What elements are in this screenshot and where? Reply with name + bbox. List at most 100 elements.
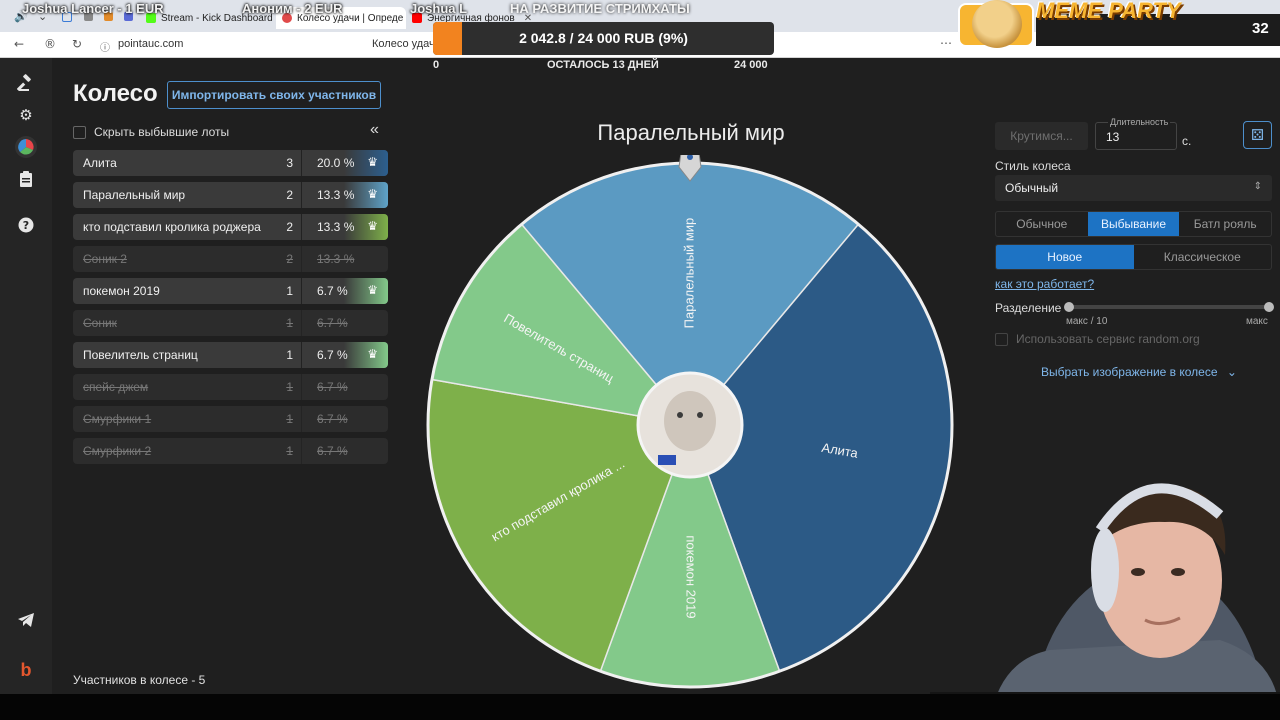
variant-option[interactable]: Новое <box>996 245 1134 269</box>
help-icon[interactable]: ? <box>15 214 37 236</box>
lot-amount: 1 <box>286 412 293 426</box>
split-max-label: макс <box>1246 316 1268 327</box>
app-sidebar: ⚙ ? b <box>0 58 52 694</box>
donation-entry: Joshua Lancer - 1 EUR <box>22 1 164 16</box>
lot-action-icon[interactable]: ♛ <box>367 187 378 201</box>
lot-percent: 13.3 % <box>317 252 355 266</box>
lot-action-icon[interactable]: ♛ <box>367 219 378 233</box>
lot-row[interactable]: спейс джем 1 6.7 % <box>73 374 388 400</box>
mode-option[interactable]: Батл рояль <box>1179 212 1271 236</box>
slider-thumb-max[interactable] <box>1264 302 1274 312</box>
site-info-icon[interactable]: ⓘ <box>100 39 110 54</box>
lot-percent: 13.3 % <box>317 220 355 234</box>
variant-option[interactable]: Классическое <box>1134 245 1272 269</box>
url-field[interactable]: pointauc.com <box>118 38 183 50</box>
lot-divider <box>301 150 302 176</box>
lots-list: Алита 3 20.0 % ♛ Паралельный мир 2 13.3 % ♛ кто … <box>73 150 388 470</box>
lot-percent: 13.3 % <box>317 188 355 202</box>
lot-name: Алита <box>83 156 117 170</box>
lot-row[interactable]: Соник 2 2 13.3 % <box>73 246 388 272</box>
lot-row[interactable]: Паралельный мир 2 13.3 % ♛ <box>73 182 388 208</box>
variant-selector: Новое Классическое <box>995 244 1272 270</box>
lot-percent: 6.7 % <box>317 316 348 330</box>
mode-selector: Обычное Выбывание Батл рояль <box>995 211 1272 237</box>
gavel-icon[interactable] <box>15 72 37 94</box>
lot-amount: 2 <box>286 220 293 234</box>
cat-eye <box>677 412 683 418</box>
lot-row[interactable]: Повелитель страниц 1 6.7 % ♛ <box>73 342 388 368</box>
lot-row[interactable]: Смурфики 2 1 6.7 % <box>73 438 388 464</box>
wheel-nav-icon[interactable] <box>15 136 37 158</box>
account-icon[interactable]: ® <box>44 37 56 51</box>
page-title: Колесо <box>73 80 158 107</box>
lot-divider <box>301 342 302 368</box>
lot-action-icon[interactable]: ♛ <box>367 347 378 361</box>
back-icon[interactable]: ← <box>14 37 24 51</box>
meme-count: 32 <box>1252 20 1269 37</box>
wheel-style-select[interactable]: Обычный ⇕ <box>995 175 1272 201</box>
lot-row[interactable]: Соник 1 6.7 % <box>73 310 388 336</box>
split-label: Разделение <box>995 301 1062 315</box>
boosty-icon[interactable]: b <box>15 659 37 681</box>
lot-row[interactable]: Алита 3 20.0 % ♛ <box>73 150 388 176</box>
lot-divider <box>301 246 302 272</box>
screen-bottom-bar <box>0 694 1280 720</box>
hide-dropped-label: Скрыть выбывшие лоты <box>94 125 230 139</box>
choose-image-button[interactable]: Выбрать изображение в колесе ⌄ <box>1041 365 1237 379</box>
lot-divider <box>301 438 302 464</box>
lot-name: Паралельный мир <box>83 188 186 202</box>
participants-count: Участников в колесе - 5 <box>73 673 206 687</box>
lot-action-icon[interactable]: ♛ <box>367 283 378 297</box>
duration-label: Длительность <box>1108 117 1171 127</box>
lot-row[interactable]: кто подставил кролика роджера 2 13.3 % ♛ <box>73 214 388 240</box>
lot-amount: 2 <box>286 188 293 202</box>
chevron-down-icon: ⌄ <box>1226 365 1237 379</box>
lot-amount: 1 <box>286 316 293 330</box>
random-org-toggle[interactable]: Использовать сервис random.org <box>995 332 1200 346</box>
collapse-panel-icon[interactable]: « <box>370 121 379 139</box>
lot-color-bar <box>344 278 388 304</box>
lot-name: Смурфики 1 <box>83 412 152 426</box>
donation-entry: Joshua L <box>410 1 468 16</box>
chevron-updown-icon: ⇕ <box>1253 181 1262 192</box>
cat-eye <box>697 412 703 418</box>
spin-button[interactable]: Крутимся... <box>995 122 1088 150</box>
duration-field[interactable]: Длительность 13 <box>1095 117 1177 150</box>
clipboard-icon[interactable] <box>15 168 37 190</box>
slider-thumb-min[interactable] <box>1064 302 1074 312</box>
lot-divider <box>301 406 302 432</box>
how-it-works-link[interactable]: как это работает? <box>995 277 1094 291</box>
lot-divider <box>301 310 302 336</box>
gear-icon[interactable]: ⚙ <box>15 104 37 126</box>
cat-shirt <box>658 455 676 465</box>
mode-option[interactable]: Выбывание <box>1087 212 1180 236</box>
telegram-icon[interactable] <box>15 609 37 631</box>
lot-action-icon[interactable]: ♛ <box>367 155 378 169</box>
split-slider[interactable] <box>1064 302 1274 312</box>
lot-amount: 1 <box>286 284 293 298</box>
meme-party-widget: MEME PARTY 32 <box>958 0 1280 50</box>
mode-option[interactable]: Обычное <box>996 212 1088 236</box>
lot-row[interactable]: Смурфики 1 1 6.7 % <box>73 406 388 432</box>
duration-value: 13 <box>1106 130 1120 144</box>
wheel[interactable]: Паралельный мирАлитапокемон 2019кто подс… <box>420 155 960 695</box>
lot-row[interactable]: покемон 2019 1 6.7 % ♛ <box>73 278 388 304</box>
random-org-checkbox[interactable] <box>995 332 1008 346</box>
lot-divider <box>301 182 302 208</box>
hide-dropped-toggle[interactable]: Скрыть выбывшие лоты <box>73 125 229 139</box>
hide-dropped-checkbox[interactable] <box>73 125 86 139</box>
spin-button-label: Крутимся... <box>1010 129 1073 143</box>
lot-percent: 6.7 % <box>317 412 348 426</box>
dice-icon[interactable]: ⚄ <box>1243 121 1272 149</box>
lot-percent: 6.7 % <box>317 348 348 362</box>
lot-divider <box>301 214 302 240</box>
more-icon[interactable]: ⋯ <box>940 36 952 50</box>
lot-amount: 1 <box>286 348 293 362</box>
lot-name: Соник 2 <box>83 252 127 266</box>
goal-progress-bar: 2 042.8 / 24 000 RUB (9%) <box>433 22 774 55</box>
lot-amount: 1 <box>286 380 293 394</box>
import-participants-button[interactable]: Импортировать своих участников <box>167 81 381 109</box>
wheel-segment-label: Паралельный мир <box>681 218 696 329</box>
reload-icon[interactable]: ↻ <box>72 37 82 51</box>
random-org-label: Использовать сервис random.org <box>1016 332 1200 346</box>
